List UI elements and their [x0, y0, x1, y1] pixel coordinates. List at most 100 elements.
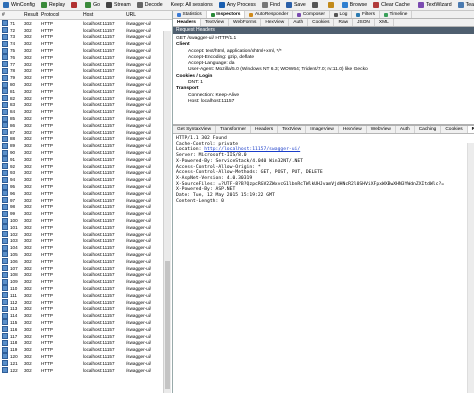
toolbar-button-go[interactable]: Go	[82, 0, 103, 10]
table-row[interactable]: 83 302 HTTP localhost:11157/swagger-ui/	[0, 101, 172, 109]
table-row[interactable]: 90 302 HTTP localhost:11157/swagger-ui/	[0, 149, 172, 156]
toolbar-button-any-process[interactable]: Any Process	[216, 0, 259, 10]
table-row[interactable]: 86 302 HTTP localhost:11157/swagger-ui/	[0, 122, 172, 129]
response-tab-get-syntaxview[interactable]: Get SyntaxView	[173, 126, 217, 133]
table-row[interactable]: 108 302 HTTP localhost:11157/swagger-ui/	[0, 271, 172, 278]
response-tab-caching[interactable]: Caching	[415, 126, 442, 133]
location-link[interactable]: http://localhost:11157/swagger-ui/	[204, 147, 300, 152]
col-url-header[interactable]: URL	[126, 12, 171, 18]
table-row[interactable]: 81 302 HTTP localhost:11157/swagger-ui/	[0, 87, 172, 95]
table-row[interactable]: 120 302 HTTP localhost:11157/swagger-ui/	[0, 353, 172, 360]
table-row[interactable]: 114 302 HTTP localhost:11157/swagger-ui/	[0, 312, 172, 319]
toolbar-button-remove-icon[interactable]	[68, 0, 82, 10]
request-tab-hexview[interactable]: HexView	[261, 19, 290, 26]
col-protocol-header[interactable]: Protocol	[41, 12, 83, 18]
request-tab-auth[interactable]: Auth	[289, 19, 309, 26]
response-tab-headers[interactable]: Headers	[251, 126, 279, 133]
table-row[interactable]: 78 302 HTTP localhost:11157/swagger-ui/	[0, 67, 172, 75]
table-row[interactable]: 84 302 HTTP localhost:11157/swagger-ui/	[0, 108, 172, 115]
table-row[interactable]: 100 302 HTTP localhost:11157/swagger-ui/	[0, 217, 172, 224]
response-tab-cookies[interactable]: Cookies	[441, 126, 468, 133]
table-row[interactable]: 77 302 HTTP localhost:11157/swagger-ui/	[0, 60, 172, 68]
table-row[interactable]: 85 302 HTTP localhost:11157/swagger-ui/	[0, 115, 172, 122]
toolbar-button-tearoff[interactable]: Tearoff	[455, 0, 474, 10]
request-tab-json[interactable]: JSON	[353, 19, 375, 26]
table-row[interactable]: 109 302 HTTP localhost:11157/swagger-ui/	[0, 278, 172, 286]
table-row[interactable]: 102 302 HTTP localhost:11157/swagger-ui/	[0, 231, 172, 238]
table-row[interactable]: 76 302 HTTP localhost:11157/swagger-ui/	[0, 54, 172, 61]
toolbar-button-stream[interactable]: Stream	[103, 0, 134, 10]
table-row[interactable]: 91 302 HTTP localhost:11157/swagger-ui/	[0, 155, 172, 163]
table-row[interactable]: 82 302 HTTP localhost:11157/swagger-ui/	[0, 95, 172, 102]
toolbar-button-clear-cache[interactable]: Clear Cache	[370, 0, 413, 10]
response-scrollbar[interactable]	[467, 143, 474, 393]
response-tab-raw[interactable]: Raw	[467, 126, 474, 133]
table-row[interactable]: 107 302 HTTP localhost:11157/swagger-ui/	[0, 264, 172, 272]
request-tab-textview[interactable]: TextView	[201, 19, 230, 26]
table-row[interactable]: 98 302 HTTP localhost:11157/swagger-ui/	[0, 203, 172, 211]
table-row[interactable]: 97 302 HTTP localhost:11157/swagger-ui/	[0, 196, 172, 204]
table-row[interactable]: 112 302 HTTP localhost:11157/swagger-ui/	[0, 299, 172, 306]
col-host-header[interactable]: Host	[83, 12, 126, 18]
table-row[interactable]: 106 302 HTTP localhost:11157/swagger-ui/	[0, 258, 172, 265]
request-tab-cookies[interactable]: Cookies	[308, 19, 335, 26]
response-tab-hexview[interactable]: HexView	[339, 126, 367, 133]
col-result-header[interactable]: Result	[24, 12, 41, 18]
table-row[interactable]: 80 302 HTTP localhost:11157/swagger-ui/	[0, 81, 172, 88]
toolbar-button-decode[interactable]: Decode	[134, 0, 166, 10]
table-row[interactable]: 95 302 HTTP localhost:11157/swagger-ui/	[0, 183, 172, 190]
table-row[interactable]: 104 302 HTTP localhost:11157/swagger-ui/	[0, 244, 172, 251]
sessions-scrollbar[interactable]	[163, 31, 171, 393]
table-row[interactable]: 88 302 HTTP localhost:11157/swagger-ui/	[0, 135, 172, 143]
toolbar-button-timer-icon[interactable]	[325, 0, 339, 10]
table-row[interactable]: 71 302 HTTP localhost:11157/swagger-ui/	[0, 20, 172, 27]
table-row[interactable]: 74 302 HTTP localhost:11157/swagger-ui/	[0, 40, 172, 47]
table-row[interactable]: 93 302 HTTP localhost:11157/swagger-ui/	[0, 169, 172, 177]
table-row[interactable]: 96 302 HTTP localhost:11157/swagger-ui/	[0, 190, 172, 197]
table-row[interactable]: 119 302 HTTP localhost:11157/swagger-ui/	[0, 346, 172, 354]
request-tab-xml[interactable]: XML	[375, 19, 394, 26]
tab-inspectors[interactable]: Inspectors	[206, 11, 246, 18]
toolbar-button-save[interactable]: Save	[283, 0, 309, 10]
toolbar-button-camera-icon[interactable]	[309, 0, 323, 10]
response-tab-auth[interactable]: Auth	[396, 126, 415, 133]
col-hash-header[interactable]: #	[0, 12, 24, 18]
toolbar-button-textwizard[interactable]: TextWizard	[415, 0, 455, 10]
table-row[interactable]: 110 302 HTTP localhost:11157/swagger-ui/	[0, 285, 172, 292]
toolbar-button-browse[interactable]: Browse	[339, 0, 370, 10]
sessions-scroll-thumb[interactable]	[165, 261, 170, 389]
table-row[interactable]: 118 302 HTTP localhost:11157/swagger-ui/	[0, 339, 172, 346]
toolbar-button-find[interactable]: Find	[259, 0, 283, 10]
table-row[interactable]: 87 302 HTTP localhost:11157/swagger-ui/	[0, 128, 172, 136]
response-raw-text[interactable]: HTTP/1.1 302 Found Cache-Control: private…	[173, 134, 474, 206]
table-row[interactable]: 103 302 HTTP localhost:11157/swagger-ui/	[0, 237, 172, 245]
table-row[interactable]: 116 302 HTTP localhost:11157/swagger-ui/	[0, 326, 172, 333]
request-tab-headers[interactable]: Headers	[173, 19, 201, 26]
table-row[interactable]: 99 302 HTTP localhost:11157/swagger-ui/	[0, 210, 172, 218]
response-tab-imageview[interactable]: ImageView	[306, 126, 339, 133]
table-row[interactable]: 75 302 HTTP localhost:11157/swagger-ui/	[0, 47, 172, 54]
tab-composer[interactable]: Composer	[293, 11, 330, 18]
table-row[interactable]: 72 302 HTTP localhost:11157/swagger-ui/	[0, 27, 172, 34]
tab-autoresponder[interactable]: AutoResponder	[245, 11, 294, 18]
tab-log[interactable]: Log	[330, 11, 353, 18]
toolbar-button-winconfig[interactable]: WinConfig	[0, 0, 38, 10]
toolbar-button-keep-all-sessions[interactable]: Keep: All sessions	[168, 0, 216, 10]
table-row[interactable]: 89 302 HTTP localhost:11157/swagger-ui/	[0, 142, 172, 150]
tab-filters[interactable]: Filters	[352, 11, 381, 18]
table-row[interactable]: 115 302 HTTP localhost:11157/swagger-ui/	[0, 319, 172, 326]
response-tab-textview[interactable]: TextView	[278, 126, 307, 133]
response-tab-webview[interactable]: WebView	[367, 126, 396, 133]
table-row[interactable]: 101 302 HTTP localhost:11157/swagger-ui/	[0, 223, 172, 231]
table-row[interactable]: 117 302 HTTP localhost:11157/swagger-ui/	[0, 332, 172, 340]
table-row[interactable]: 73 302 HTTP localhost:11157/swagger-ui/	[0, 33, 172, 41]
table-row[interactable]: 105 302 HTTP localhost:11157/swagger-ui/	[0, 251, 172, 258]
table-row[interactable]: 111 302 HTTP localhost:11157/swagger-ui/	[0, 291, 172, 299]
response-tab-transformer[interactable]: Transformer	[216, 126, 251, 133]
table-row[interactable]: 79 302 HTTP localhost:11157/swagger-ui/	[0, 74, 172, 82]
table-row[interactable]: 113 302 HTTP localhost:11157/swagger-ui/	[0, 305, 172, 313]
table-row[interactable]: 94 302 HTTP localhost:11157/swagger-ui/	[0, 176, 172, 183]
table-row[interactable]: 122 302 HTTP localhost:11157/swagger-ui/	[0, 367, 172, 374]
tab-timeline[interactable]: Timeline	[380, 11, 413, 18]
table-row[interactable]: 121 302 HTTP localhost:11157/swagger-ui/	[0, 359, 172, 367]
